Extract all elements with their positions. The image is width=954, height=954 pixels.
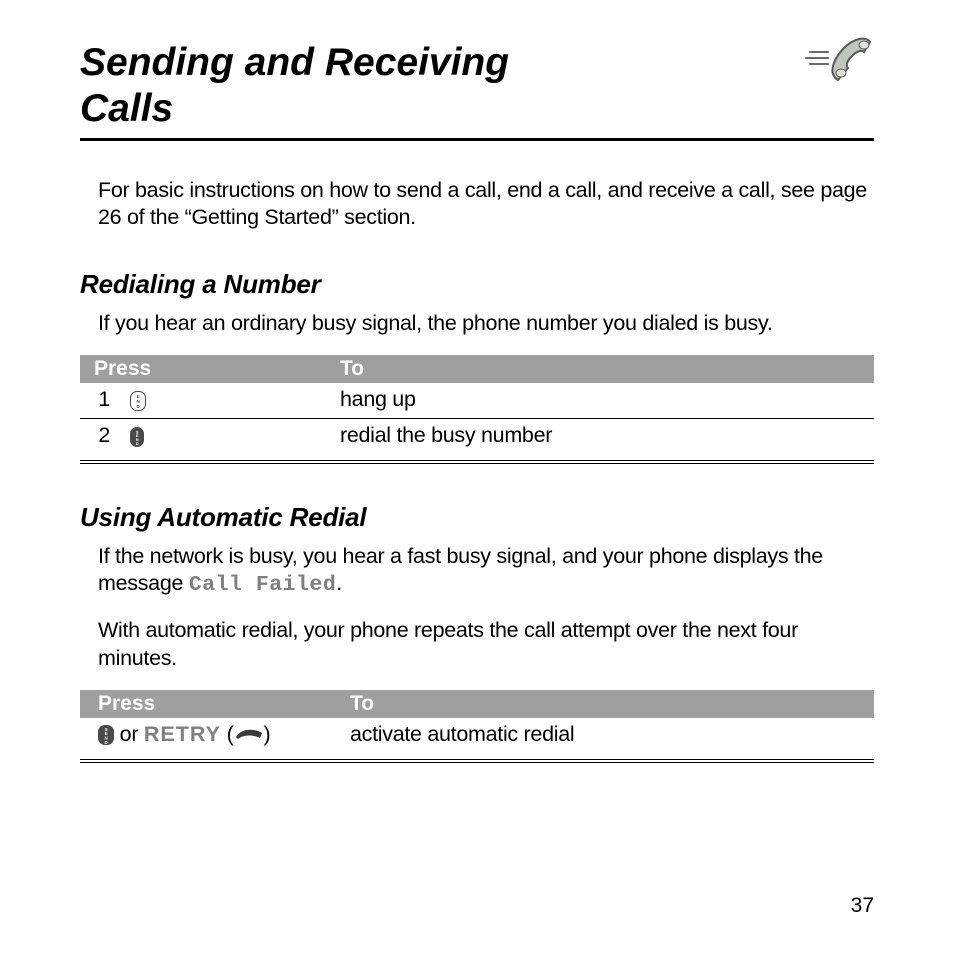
- manual-page: Sending and Receiving Calls For basic in…: [0, 0, 954, 954]
- action-cell: hang up: [330, 383, 874, 419]
- press-cell: SEND: [120, 419, 330, 455]
- paren-open: (: [227, 722, 234, 746]
- svg-text:D: D: [136, 440, 139, 444]
- end-key-icon: END: [130, 391, 146, 411]
- chapter-title: Sending and Receiving Calls: [80, 40, 509, 132]
- auto-redial-table: Press To SEND or RETRY () activate autom…: [80, 690, 874, 754]
- page-number: 37: [851, 894, 874, 918]
- chapter-header: Sending and Receiving Calls: [80, 40, 874, 132]
- table-bottom-rule: [80, 463, 874, 464]
- col-header-press: Press: [80, 690, 340, 718]
- phone-handset-icon: [804, 34, 874, 89]
- table-row: 1 END hang up: [80, 383, 874, 419]
- svg-text:D: D: [137, 404, 141, 409]
- redial-table: Press To 1 END hang up 2 SEND: [80, 355, 874, 454]
- or-text: or: [114, 722, 144, 746]
- table-bottom-rule: [80, 460, 874, 461]
- action-cell: redial the busy number: [330, 419, 874, 455]
- press-cell: SEND or RETRY (): [80, 718, 340, 754]
- send-key-icon: SEND: [130, 427, 144, 447]
- section-heading-auto-redial: Using Automatic Redial: [80, 502, 874, 533]
- chapter-title-line1: Sending and Receiving: [80, 41, 509, 84]
- table-row: 2 SEND redial the busy number: [80, 419, 874, 455]
- col-header-to: To: [340, 690, 874, 718]
- p1-post: .: [336, 571, 342, 595]
- svg-text:D: D: [105, 740, 109, 744]
- section1-paragraph: If you hear an ordinary busy signal, the…: [80, 310, 874, 337]
- action-cell: activate automatic redial: [340, 718, 874, 754]
- section2-paragraph2: With automatic redial, your phone repeat…: [80, 617, 874, 671]
- paren-close: ): [264, 722, 271, 746]
- step-number: 1: [80, 383, 120, 419]
- title-divider: [80, 138, 874, 141]
- soft-key-icon: [234, 722, 264, 747]
- col-header-press: Press: [80, 355, 330, 383]
- section-heading-redialing: Redialing a Number: [80, 269, 874, 300]
- chapter-title-line2: Calls: [80, 87, 173, 130]
- step-number: 2: [80, 419, 120, 455]
- table-bottom-rule: [80, 759, 874, 760]
- retry-label: RETRY: [144, 722, 221, 746]
- call-failed-message: Call Failed: [189, 573, 336, 597]
- send-key-icon: SEND: [98, 725, 114, 745]
- table-row: SEND or RETRY () activate automatic redi…: [80, 718, 874, 754]
- press-cell: END: [120, 383, 330, 419]
- section2-paragraph1: If the network is busy, you hear a fast …: [80, 543, 874, 599]
- col-header-to: To: [330, 355, 874, 383]
- table-bottom-rule: [80, 762, 874, 763]
- intro-paragraph: For basic instructions on how to send a …: [80, 177, 874, 231]
